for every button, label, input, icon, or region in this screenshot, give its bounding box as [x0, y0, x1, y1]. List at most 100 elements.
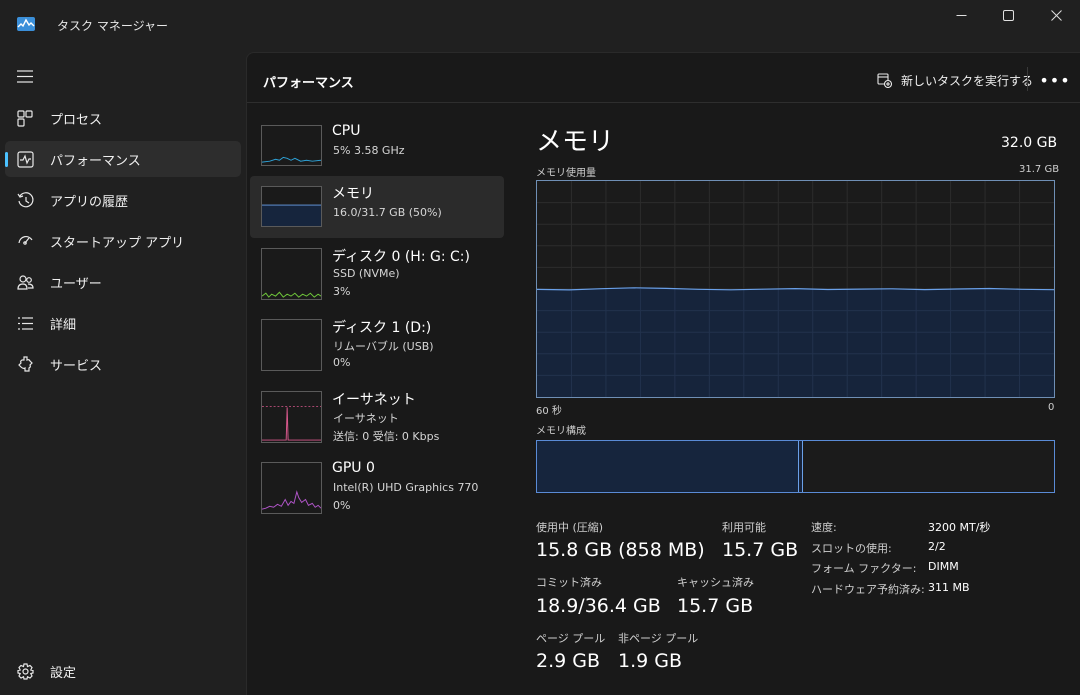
- sidebar-item-startup-apps[interactable]: スタートアップ アプリ: [5, 223, 241, 259]
- speed-label: 速度:: [811, 521, 837, 534]
- sidebar-item-app-history[interactable]: アプリの履歴: [5, 182, 241, 218]
- gear-icon: [17, 663, 34, 680]
- resource-item-gpu[interactable]: GPU 0 Intel(R) UHD Graphics 770 0%: [250, 460, 504, 524]
- resource-sub2: 3%: [333, 285, 351, 298]
- in-use-label: 使用中 (圧縮): [536, 521, 604, 534]
- sidebar-item-label: 詳細: [50, 317, 77, 333]
- resource-sub2: 送信: 0 受信: 0 Kbps: [333, 430, 440, 443]
- sidebar-item-settings[interactable]: 設定: [5, 653, 241, 689]
- services-icon: [18, 356, 33, 372]
- committed-label: コミット済み: [536, 576, 602, 589]
- sidebar: プロセス パフォーマンス アプリの履歴 スタートアップ アプリ ユーザー 詳細: [0, 52, 246, 695]
- resource-sub: Intel(R) UHD Graphics 770: [333, 481, 479, 494]
- run-new-task-button[interactable]: 新しいタスクを実行する: [877, 69, 1033, 91]
- resource-sub: SSD (NVMe): [333, 267, 400, 280]
- details-icon: [18, 317, 33, 330]
- resource-name: ディスク 1 (D:): [332, 320, 432, 336]
- resource-sub: リムーバブル (USB): [333, 340, 434, 353]
- ethernet-thumbnail-graph: [261, 391, 322, 443]
- available-label: 利用可能: [722, 521, 766, 534]
- cached-value: 15.7 GB: [677, 595, 754, 617]
- hamburger-menu-icon[interactable]: [17, 70, 33, 83]
- more-options-button[interactable]: •••: [1039, 70, 1069, 90]
- resource-name: イーサネット: [332, 392, 416, 408]
- cpu-thumbnail-graph: [261, 125, 322, 166]
- sidebar-item-label: ユーザー: [50, 276, 102, 292]
- resource-sub2: 0%: [333, 499, 351, 512]
- maximize-icon: [1002, 9, 1014, 21]
- sidebar-item-label: サービス: [50, 358, 103, 374]
- title-bar: タスク マネージャー: [0, 0, 1080, 52]
- slots-used-label: スロットの使用:: [811, 542, 892, 555]
- paged-pool-value: 2.9 GB: [536, 650, 601, 672]
- run-task-label: 新しいタスクを実行する: [901, 73, 1034, 88]
- composition-in-use-segment: [537, 441, 799, 492]
- resource-sub: 16.0/31.7 GB (50%): [333, 206, 442, 219]
- sidebar-item-performance[interactable]: パフォーマンス: [5, 141, 241, 177]
- gpu-thumbnail-graph: [261, 462, 322, 514]
- hardware-reserved-value: 311 MB: [928, 581, 970, 594]
- maximize-button[interactable]: [984, 0, 1032, 30]
- graph-max-label: 31.7 GB: [1019, 164, 1060, 175]
- time-axis-end-label: 0: [1048, 402, 1055, 413]
- sidebar-item-label: スタートアップ アプリ: [50, 235, 185, 251]
- close-icon: [1050, 9, 1062, 21]
- sidebar-item-users[interactable]: ユーザー: [5, 264, 241, 300]
- resource-item-ethernet[interactable]: イーサネット イーサネット 送信: 0 受信: 0 Kbps: [250, 391, 504, 453]
- sidebar-item-label: パフォーマンス: [50, 153, 141, 169]
- sidebar-item-label: 設定: [50, 665, 77, 681]
- main-panel: パフォーマンス 新しいタスクを実行する ••• CPU 5% 3.58 GHz: [246, 52, 1080, 695]
- composition-label: メモリ構成: [536, 426, 586, 437]
- header-divider: [1027, 67, 1028, 91]
- resource-name: CPU: [332, 123, 361, 139]
- resource-item-memory[interactable]: メモリ 16.0/31.7 GB (50%): [250, 176, 504, 238]
- resource-name: GPU 0: [332, 460, 375, 476]
- active-indicator: [5, 152, 8, 167]
- history-icon: [17, 192, 34, 208]
- graph-label: メモリ使用量: [536, 168, 596, 179]
- resource-sub: 5% 3.58 GHz: [333, 144, 405, 157]
- resource-sub2: 0%: [333, 356, 351, 369]
- resource-item-disk1[interactable]: ディスク 1 (D:) リムーバブル (USB) 0%: [250, 319, 504, 381]
- sidebar-item-services[interactable]: サービス: [5, 346, 241, 382]
- memory-composition-bar: [536, 440, 1055, 493]
- sidebar-item-details[interactable]: 詳細: [5, 305, 241, 341]
- resource-name: ディスク 0 (H: G: C:): [332, 249, 470, 265]
- time-axis-start-label: 60 秒: [536, 406, 562, 417]
- nonpaged-pool-value: 1.9 GB: [618, 650, 683, 672]
- resource-sub: イーサネット: [333, 412, 399, 425]
- close-button[interactable]: [1032, 0, 1080, 30]
- hardware-reserved-label: ハードウェア予約済み:: [811, 583, 925, 596]
- sidebar-item-label: プロセス: [50, 112, 103, 128]
- memory-usage-area: [537, 287, 1054, 397]
- run-task-icon: [877, 72, 892, 88]
- detail-title: メモリ: [536, 127, 615, 157]
- speed-value: 3200 MT/秒: [928, 521, 991, 534]
- cached-label: キャッシュ済み: [677, 576, 754, 589]
- nonpaged-pool-label: 非ページ プール: [618, 632, 699, 645]
- minimize-button[interactable]: [937, 0, 985, 30]
- startup-icon: [18, 235, 33, 245]
- page-title: パフォーマンス: [263, 76, 354, 91]
- resource-name: メモリ: [332, 186, 374, 202]
- composition-modified-segment: [799, 441, 803, 492]
- sidebar-item-processes[interactable]: プロセス: [5, 100, 241, 136]
- form-factor-label: フォーム ファクター:: [811, 562, 917, 575]
- memory-usage-graph: [536, 180, 1055, 398]
- available-value: 15.7 GB: [722, 539, 799, 561]
- resource-item-disk0[interactable]: ディスク 0 (H: G: C:) SSD (NVMe) 3%: [250, 248, 504, 310]
- form-factor-value: DIMM: [928, 560, 959, 573]
- window-title: タスク マネージャー: [57, 19, 168, 33]
- page-header: パフォーマンス 新しいタスクを実行する •••: [247, 53, 1080, 103]
- memory-thumbnail-graph: [261, 186, 322, 227]
- in-use-value: 15.8 GB (858 MB): [536, 539, 705, 561]
- task-manager-app-icon: [17, 17, 35, 31]
- users-icon: [17, 275, 34, 290]
- performance-icon: [17, 151, 34, 168]
- disk0-thumbnail-graph: [261, 248, 322, 300]
- memory-capacity: 32.0 GB: [1001, 135, 1058, 151]
- minimize-icon: [956, 14, 966, 16]
- slots-used-value: 2/2: [928, 540, 946, 553]
- sidebar-item-label: アプリの履歴: [50, 194, 129, 210]
- committed-value: 18.9/36.4 GB: [536, 595, 661, 617]
